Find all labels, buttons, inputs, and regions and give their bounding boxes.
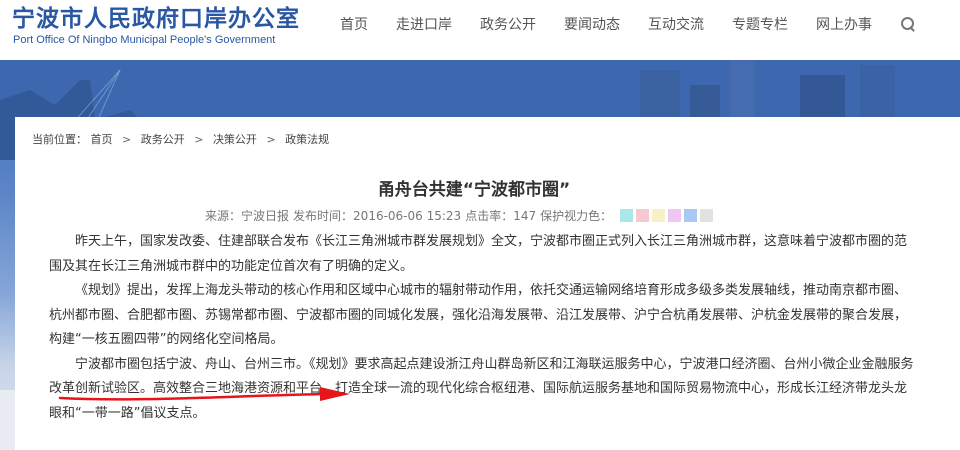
article-meta: 来源： 宁波日报 发布时间： 2016-06-06 15:23 点击率： 147…	[205, 207, 716, 224]
nav-topics[interactable]: 专题专栏	[732, 14, 788, 34]
nav-government-affairs[interactable]: 政务公开	[480, 14, 536, 34]
main-nav: 首页 走进口岸 政务公开 要闻动态 互动交流 专题专栏 网上办事	[340, 0, 916, 48]
breadcrumb-item-policies[interactable]: 政策法规	[285, 133, 329, 146]
red-annotation-arrow	[58, 387, 350, 401]
breadcrumb-separator: >	[266, 133, 276, 146]
nav-about-port[interactable]: 走进口岸	[396, 14, 452, 34]
article-paragraph: 昨天上午，国家发改委、住建部联合发布《长江三角洲城市群发展规划》全文，宁波都市圈…	[49, 234, 908, 274]
eye-protection-label: 保护视力色：	[540, 209, 613, 223]
breadcrumb-prefix: 当前位置：	[32, 133, 87, 146]
eye-color-swatch-cyan[interactable]	[620, 209, 634, 222]
logo-title-cn: 宁波市人民政府口岸办公室	[12, 5, 300, 32]
logo-title-en: Port Office Of Ningbo Municipal People's…	[13, 34, 276, 46]
eye-color-swatch-gray[interactable]	[700, 209, 714, 222]
nav-news[interactable]: 要闻动态	[564, 14, 620, 34]
nav-home[interactable]: 首页	[340, 14, 368, 34]
nav-interaction[interactable]: 互动交流	[648, 14, 704, 34]
eye-color-swatch-pink[interactable]	[636, 209, 650, 222]
site-header: 宁波市人民政府口岸办公室 Port Office Of Ningbo Munic…	[0, 0, 960, 60]
breadcrumb-item-government-affairs[interactable]: 政务公开	[141, 133, 185, 146]
time-value: 2016-06-06 15:23	[353, 208, 462, 223]
breadcrumb-separator: >	[194, 133, 204, 146]
nav-online-services[interactable]: 网上办事	[816, 14, 872, 34]
site-logo[interactable]: 宁波市人民政府口岸办公室 Port Office Of Ningbo Munic…	[12, 4, 300, 46]
breadcrumb-item-decision-disclosure[interactable]: 决策公开	[213, 133, 257, 146]
source-label: 来源：	[205, 209, 242, 223]
eye-color-swatch-violet[interactable]	[668, 209, 682, 222]
article-title: 甬舟台共建“宁波都市圈”	[377, 180, 571, 200]
eye-color-swatch-blue[interactable]	[684, 209, 698, 222]
clicks-label: 点击率：	[465, 209, 514, 223]
breadcrumb-item-home[interactable]: 首页	[91, 133, 113, 146]
eye-color-swatch-yellow[interactable]	[652, 209, 666, 222]
eye-color-swatches	[620, 209, 716, 222]
search-icon[interactable]	[900, 16, 916, 32]
time-label: 发布时间：	[293, 209, 354, 223]
breadcrumb-separator: >	[122, 133, 132, 146]
clicks-value: 147	[513, 208, 537, 223]
source-value: 宁波日报	[241, 209, 290, 223]
breadcrumb: 当前位置： 首页 > 政务公开 > 决策公开 > 政策法规	[32, 131, 329, 147]
article-paragraph: 《规划》提出，发挥上海龙头带动的核心作用和区域中心城市的辐射带动作用，依托交通运…	[49, 283, 908, 347]
